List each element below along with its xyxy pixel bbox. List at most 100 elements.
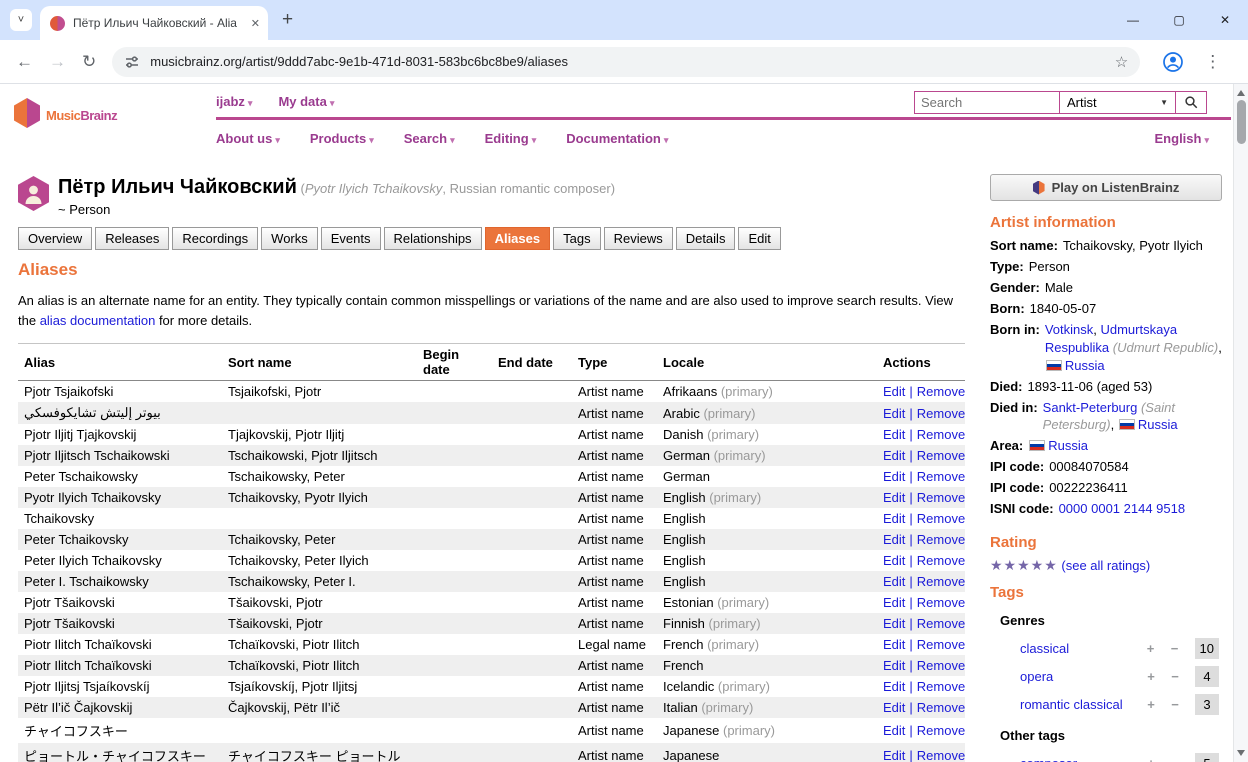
info-link[interactable]: Russia xyxy=(1048,438,1088,453)
musicbrainz-logo[interactable]: MusicBrainz xyxy=(14,98,117,128)
scrollbar-up-icon[interactable] xyxy=(1237,90,1245,96)
tab-close-icon[interactable]: ✕ xyxy=(251,17,260,30)
alias-remove-link[interactable]: Remove xyxy=(917,748,965,762)
alias-edit-link[interactable]: Edit xyxy=(883,574,905,589)
alias-documentation-link[interactable]: alias documentation xyxy=(40,313,156,328)
alias-edit-link[interactable]: Edit xyxy=(883,723,905,738)
tab-aliases[interactable]: Aliases xyxy=(485,227,551,250)
user-menu-ijabz[interactable]: ijabz▾ xyxy=(216,94,252,109)
tag-downvote-button[interactable]: − xyxy=(1163,669,1187,684)
alias-remove-link[interactable]: Remove xyxy=(917,427,965,442)
alias-edit-link[interactable]: Edit xyxy=(883,406,905,421)
info-link[interactable]: Russia xyxy=(1065,358,1105,373)
alias-remove-link[interactable]: Remove xyxy=(917,679,965,694)
alias-edit-link[interactable]: Edit xyxy=(883,511,905,526)
tag-downvote-button[interactable]: − xyxy=(1163,697,1187,712)
tab-releases[interactable]: Releases xyxy=(95,227,169,250)
alias-remove-link[interactable]: Remove xyxy=(917,448,965,463)
alias-edit-link[interactable]: Edit xyxy=(883,658,905,673)
nav-search[interactable]: Search▾ xyxy=(404,131,455,146)
window-maximize-button[interactable]: ▢ xyxy=(1156,0,1202,40)
alias-remove-link[interactable]: Remove xyxy=(917,469,965,484)
search-type-select[interactable]: Artist ▼ xyxy=(1060,91,1176,114)
alias-remove-link[interactable]: Remove xyxy=(917,723,965,738)
alias-remove-link[interactable]: Remove xyxy=(917,511,965,526)
page-scrollbar[interactable] xyxy=(1233,84,1248,762)
info-link[interactable]: 0000 0001 2144 9518 xyxy=(1059,501,1186,516)
play-on-listenbrainz-button[interactable]: Play on ListenBrainz xyxy=(990,174,1222,201)
scrollbar-down-icon[interactable] xyxy=(1237,750,1245,756)
nav-about-us[interactable]: About us▾ xyxy=(216,131,280,146)
alias-edit-link[interactable]: Edit xyxy=(883,469,905,484)
tab-tags[interactable]: Tags xyxy=(553,227,600,250)
menu-kebab-icon[interactable]: ⋮ xyxy=(1204,52,1221,72)
alias-edit-link[interactable]: Edit xyxy=(883,679,905,694)
search-input[interactable] xyxy=(914,91,1060,114)
nav-products[interactable]: Products▾ xyxy=(310,131,374,146)
tab-events[interactable]: Events xyxy=(321,227,381,250)
tag-link[interactable]: classical xyxy=(1020,641,1139,656)
address-bar[interactable]: musicbrainz.org/artist/9ddd7abc-9e1b-471… xyxy=(112,47,1140,77)
tag-link[interactable]: composer xyxy=(1020,756,1139,762)
tag-downvote-button[interactable]: − xyxy=(1163,756,1187,762)
tab-edit[interactable]: Edit xyxy=(738,227,780,250)
tag-link[interactable]: opera xyxy=(1020,669,1139,684)
info-link[interactable]: Votkinsk xyxy=(1045,322,1093,337)
browser-tab[interactable]: Пётр Ильич Чайковский - Alia ✕ xyxy=(40,6,268,40)
user-menu-my-data[interactable]: My data▾ xyxy=(278,94,334,109)
alias-remove-link[interactable]: Remove xyxy=(917,384,965,399)
info-link[interactable]: Russia xyxy=(1138,417,1178,432)
alias-edit-link[interactable]: Edit xyxy=(883,637,905,652)
alias-edit-link[interactable]: Edit xyxy=(883,384,905,399)
scrollbar-thumb[interactable] xyxy=(1237,100,1246,144)
search-button[interactable] xyxy=(1176,91,1207,114)
nav-documentation[interactable]: Documentation▾ xyxy=(566,131,668,146)
alias-remove-link[interactable]: Remove xyxy=(917,616,965,631)
tag-downvote-button[interactable]: − xyxy=(1163,641,1187,656)
window-close-button[interactable]: ✕ xyxy=(1202,0,1248,40)
alias-edit-link[interactable]: Edit xyxy=(883,595,905,610)
tag-link[interactable]: romantic classical xyxy=(1020,697,1139,712)
tab-recordings[interactable]: Recordings xyxy=(172,227,258,250)
alias-remove-link[interactable]: Remove xyxy=(917,595,965,610)
new-tab-button[interactable]: + xyxy=(282,9,293,31)
info-link[interactable]: Sankt-Peterburg xyxy=(1043,400,1138,415)
site-settings-icon[interactable] xyxy=(124,54,140,70)
window-minimize-button[interactable]: — xyxy=(1110,0,1156,40)
alias-remove-link[interactable]: Remove xyxy=(917,406,965,421)
alias-edit-link[interactable]: Edit xyxy=(883,448,905,463)
tab-details[interactable]: Details xyxy=(676,227,736,250)
tab-reviews[interactable]: Reviews xyxy=(604,227,673,250)
alias-remove-link[interactable]: Remove xyxy=(917,574,965,589)
alias-edit-link[interactable]: Edit xyxy=(883,490,905,505)
tag-upvote-button[interactable]: + xyxy=(1139,669,1163,684)
tab-overview[interactable]: Overview xyxy=(18,227,92,250)
forward-button[interactable]: → xyxy=(49,52,66,72)
alias-remove-link[interactable]: Remove xyxy=(917,490,965,505)
rating-stars[interactable]: ★★★★★ xyxy=(990,557,1058,573)
alias-remove-link[interactable]: Remove xyxy=(917,553,965,568)
tag-upvote-button[interactable]: + xyxy=(1139,641,1163,656)
profile-icon[interactable] xyxy=(1162,51,1184,73)
language-menu[interactable]: English▾ xyxy=(1155,131,1209,146)
alias-edit-link[interactable]: Edit xyxy=(883,532,905,547)
see-all-ratings-link[interactable]: (see all ratings) xyxy=(1061,558,1150,573)
alias-remove-link[interactable]: Remove xyxy=(917,700,965,715)
back-button[interactable]: ← xyxy=(16,52,33,72)
alias-remove-link[interactable]: Remove xyxy=(917,637,965,652)
alias-remove-link[interactable]: Remove xyxy=(917,658,965,673)
alias-edit-link[interactable]: Edit xyxy=(883,748,905,762)
reload-button[interactable]: ↻ xyxy=(82,52,96,72)
alias-edit-link[interactable]: Edit xyxy=(883,553,905,568)
alias-edit-link[interactable]: Edit xyxy=(883,616,905,631)
bookmark-star-icon[interactable]: ☆ xyxy=(1115,53,1128,71)
alias-edit-link[interactable]: Edit xyxy=(883,700,905,715)
tab-works[interactable]: Works xyxy=(261,227,318,250)
tab-relationships[interactable]: Relationships xyxy=(384,227,482,250)
tab-search-chevron-icon[interactable]: ˅ xyxy=(10,9,32,31)
tag-upvote-button[interactable]: + xyxy=(1139,697,1163,712)
nav-editing[interactable]: Editing▾ xyxy=(485,131,537,146)
alias-remove-link[interactable]: Remove xyxy=(917,532,965,547)
tag-upvote-button[interactable]: + xyxy=(1139,756,1163,762)
alias-edit-link[interactable]: Edit xyxy=(883,427,905,442)
